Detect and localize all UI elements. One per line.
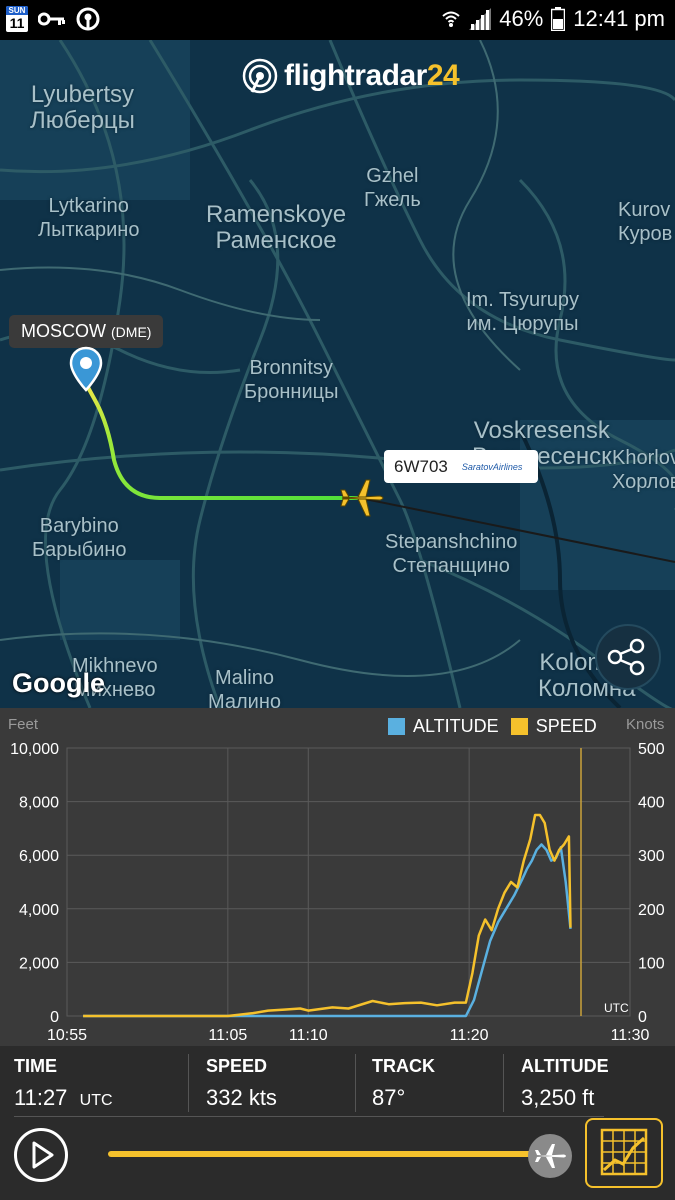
map-label-lytkarino: Lytkarino Лыткарино [38, 195, 140, 241]
flight-number: 6W703 [394, 456, 448, 476]
airline-logo: SaratovAirlines [461, 461, 523, 472]
map-label-barybino: Barybino Барыбино [32, 515, 127, 561]
track-label: TRACK [372, 1056, 435, 1076]
hotspot-icon [76, 7, 100, 31]
calendar-day: 11 [9, 15, 25, 31]
app-root: SUN 11 46% 12:41 pm Lyubertsy Люберцы Ly… [0, 0, 675, 1200]
track-stat: TRACK 87° [372, 1056, 435, 1111]
google-logo: Google [12, 668, 105, 698]
wifi-icon [442, 11, 460, 27]
divider [355, 1054, 356, 1112]
aircraft-icon[interactable] [340, 478, 386, 518]
map-label-stepanshchino: Stepanshchino Степанщино [385, 531, 518, 577]
playback-slider-track[interactable] [108, 1151, 548, 1157]
divider [188, 1054, 189, 1112]
x-tick-label: 11:05 [208, 1027, 247, 1044]
status-bar: SUN 11 46% 12:41 pm [0, 0, 675, 40]
y-left-tick-label: 6,000 [19, 848, 59, 865]
altitude-speed-chart[interactable]: Feet Knots ALTITUDE SPEED 0 0 2,000 100 4,00… [0, 708, 675, 1046]
battery-icon [551, 7, 566, 31]
plane-icon [535, 1144, 566, 1168]
flight-label[interactable]: 6W703 SaratovAirlines [384, 450, 538, 483]
track-value: 87° [372, 1085, 406, 1110]
flight-stats-panel: TIME 11:27 UTC SPEED 332 kts TRACK 87° A… [0, 1046, 675, 1200]
radar-logo-icon [242, 58, 278, 94]
x-tick-label: 11:20 [450, 1027, 489, 1044]
airport-name: MOSCOW [21, 321, 106, 341]
y-left-tick-label: 10,000 [10, 741, 59, 758]
y-left-tick-label: 2,000 [19, 955, 59, 972]
altitude-stat: ALTITUDE 3,250 ft [521, 1056, 609, 1111]
clock: 12:41 pm [573, 6, 665, 31]
flight-map[interactable]: Lyubertsy Люберцы Lytkarino Лыткарино Rame… [0, 40, 675, 708]
map-label-kurov: Kurov Куров [618, 199, 673, 245]
logo-text: flightradar [284, 59, 427, 92]
map-label-lyubertsy: Lyubertsy Люберцы [30, 81, 135, 134]
play-button[interactable] [14, 1128, 68, 1182]
y-right-tick-label: 100 [638, 955, 665, 972]
y-right-tick-label: 400 [638, 795, 665, 812]
y-right-tick-label: 0 [638, 1009, 647, 1026]
time-stat: TIME 11:27 UTC [14, 1056, 113, 1111]
logo-number: 24 [426, 59, 460, 92]
time-value: 11:27 [14, 1085, 68, 1110]
signal-icon [469, 8, 492, 30]
calendar-day-of-week: SUN [6, 6, 28, 15]
speed-label: SPEED [206, 1056, 268, 1076]
speed-value: 332 kts [206, 1085, 277, 1110]
share-button[interactable] [595, 624, 661, 690]
y-right-tick-label: 200 [638, 902, 665, 919]
x-tick-label: 11:30 [611, 1027, 650, 1044]
map-label-bronnitsy: Bronnitsy Бронницы [244, 357, 339, 403]
airport-label[interactable]: MOSCOW (DME) [9, 315, 164, 348]
x-tick-label: 10:55 [47, 1027, 87, 1044]
y-left-tick-label: 8,000 [19, 795, 59, 812]
playback-slider-thumb[interactable] [528, 1134, 572, 1178]
utc-axis-label: UTC [604, 1001, 629, 1015]
map-label-gzhel: Gzhel Гжель [364, 165, 421, 211]
altitude-label: ALTITUDE [521, 1056, 609, 1076]
chart-icon [600, 1128, 648, 1176]
x-tick-label: 11:10 [289, 1027, 328, 1044]
flightradar24-logo: flightradar24 [242, 58, 460, 94]
map-label-ramenskoye: Ramenskoye Раменское [206, 201, 347, 254]
calendar-icon: SUN 11 [6, 6, 28, 32]
map-label-malino: Malino Малино [208, 667, 282, 708]
map-label-im-tsyurupy: Im. Tsyurupy им. Цюрупы [466, 289, 579, 335]
key-icon [38, 12, 65, 26]
y-right-tick-label: 500 [638, 741, 665, 758]
time-label: TIME [14, 1056, 57, 1076]
divider [503, 1054, 504, 1112]
altitude-value: 3,250 ft [521, 1085, 595, 1110]
share-icon [607, 638, 645, 676]
speed-stat: SPEED 332 kts [206, 1056, 277, 1111]
map-label-khorlov: Khorlov Хорлов [612, 447, 675, 493]
battery-percent: 46% [499, 6, 544, 31]
play-icon [32, 1141, 54, 1169]
airport-pin-icon[interactable] [68, 346, 104, 392]
chart-toggle-button[interactable] [585, 1118, 663, 1188]
chart-plot: 0 0 2,000 100 4,000 200 6,000 300 8,000 400 10,000… [10, 741, 665, 1044]
y-right-tick-label: 300 [638, 848, 665, 865]
y-left-tick-label: 4,000 [19, 902, 59, 919]
airport-code: (DME) [111, 324, 152, 340]
time-unit: UTC [79, 1092, 113, 1109]
divider [14, 1116, 604, 1117]
y-left-tick-label: 0 [50, 1009, 59, 1026]
